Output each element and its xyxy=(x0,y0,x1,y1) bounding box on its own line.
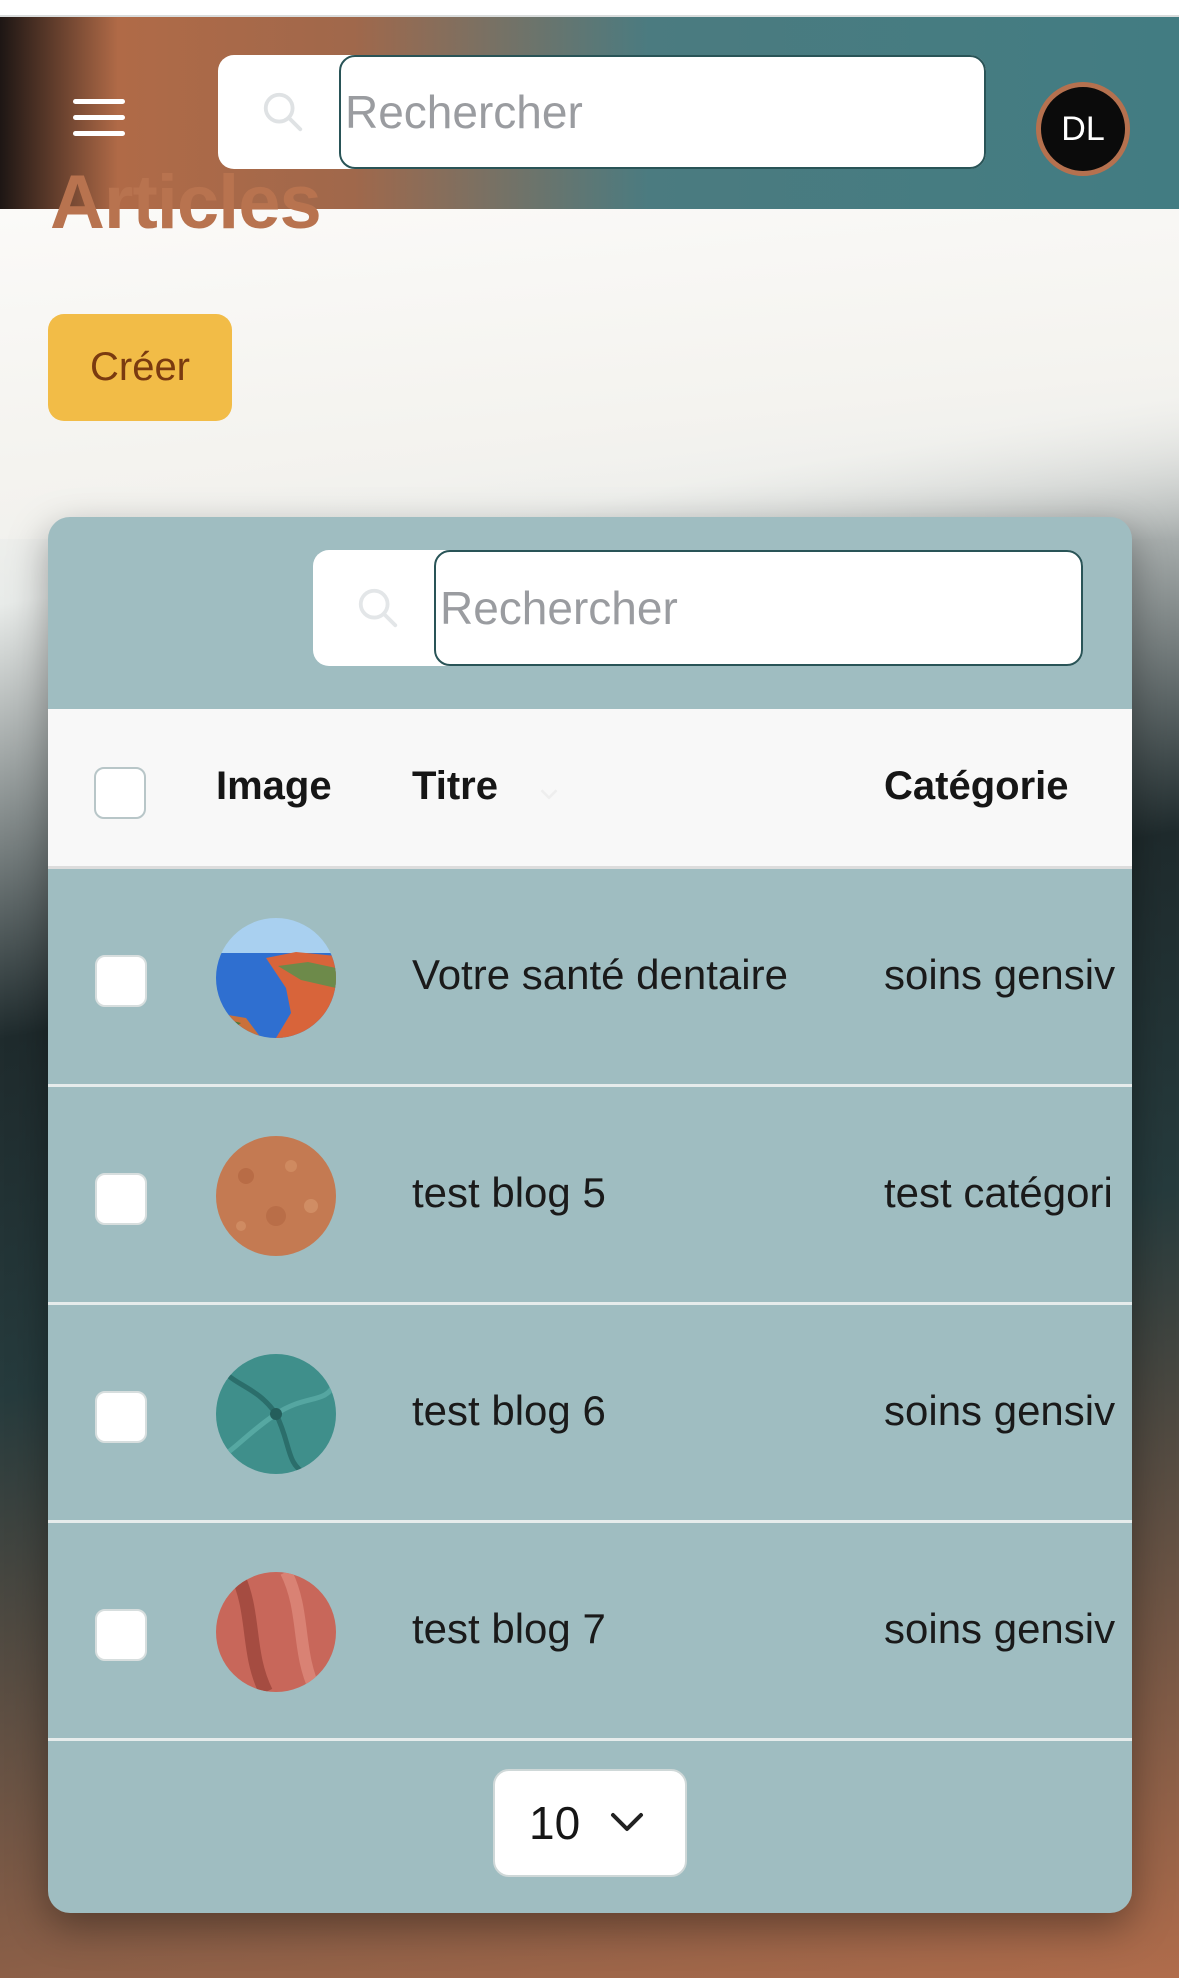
header-search-input[interactable] xyxy=(339,55,986,169)
table-row[interactable]: test blog 5 test catégori xyxy=(48,1087,1132,1305)
chevron-down-icon xyxy=(611,1813,643,1831)
column-header-title[interactable]: Titre xyxy=(412,764,498,809)
article-thumbnail xyxy=(216,1354,336,1474)
article-thumbnail xyxy=(216,1136,336,1256)
page-title: Articles xyxy=(50,160,322,245)
search-icon xyxy=(358,588,398,628)
article-title: Votre santé dentaire xyxy=(412,951,788,998)
select-all-checkbox[interactable] xyxy=(94,767,146,819)
table-row[interactable]: Votre santé dentaire soins gensiv xyxy=(48,869,1132,1087)
articles-table-card: Image Titre Catégorie Votre santé dent xyxy=(48,517,1132,1913)
table-search-input[interactable] xyxy=(434,550,1083,666)
article-category: test catégori xyxy=(884,1169,1113,1216)
article-title: test blog 7 xyxy=(412,1605,606,1652)
article-thumbnail xyxy=(216,918,336,1038)
sort-icon[interactable] xyxy=(534,779,564,809)
column-header-category: Catégorie xyxy=(884,764,1069,808)
row-checkbox[interactable] xyxy=(95,1391,147,1443)
header-search xyxy=(218,55,986,169)
article-title: test blog 5 xyxy=(412,1169,606,1216)
main-content: Articles Créer Image Titre Catégorie xyxy=(0,160,1179,1978)
row-checkbox[interactable] xyxy=(95,1173,147,1225)
table-header: Image Titre Catégorie xyxy=(48,709,1132,869)
article-thumbnail xyxy=(216,1572,336,1692)
page-size-select[interactable]: 10 xyxy=(493,1769,687,1877)
create-button[interactable]: Créer xyxy=(48,314,232,421)
hamburger-menu-icon[interactable] xyxy=(70,89,128,145)
column-header-image: Image xyxy=(216,764,332,808)
article-category: soins gensiv xyxy=(884,1387,1116,1434)
search-icon xyxy=(263,92,303,132)
user-avatar[interactable]: DL xyxy=(1036,82,1130,176)
article-category: soins gensiv xyxy=(884,951,1116,998)
table-row[interactable]: test blog 7 soins gensiv xyxy=(48,1523,1132,1741)
page-size-value: 10 xyxy=(529,1797,581,1849)
row-checkbox[interactable] xyxy=(95,955,147,1007)
table-search xyxy=(313,550,1083,666)
table-row[interactable]: test blog 6 soins gensiv xyxy=(48,1305,1132,1523)
article-category: soins gensiv xyxy=(884,1605,1116,1652)
row-checkbox[interactable] xyxy=(95,1609,147,1661)
article-title: test blog 6 xyxy=(412,1387,606,1434)
top-strip xyxy=(0,0,1179,17)
